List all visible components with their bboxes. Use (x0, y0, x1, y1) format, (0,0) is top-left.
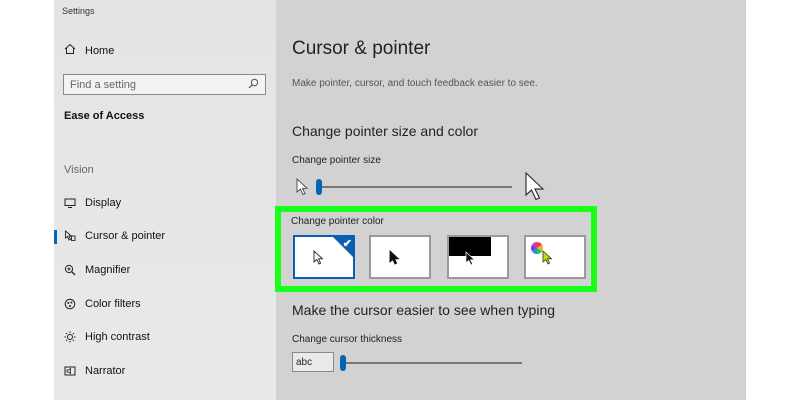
sidebar-item-narrator[interactable]: Narrator (54, 354, 276, 388)
pointer-color-label: Change pointer color (291, 216, 384, 227)
sidebar-item-magnifier[interactable]: Magnifier (54, 253, 276, 287)
page-description: Make pointer, cursor, and touch feedback… (292, 78, 538, 89)
sidebar-item-label: Display (85, 196, 122, 209)
pointer-color-black-option[interactable] (369, 235, 431, 279)
sidebar-item-label: Color filters (85, 297, 141, 310)
pointer-color-highlight: Change pointer color ✔ (275, 206, 597, 292)
black-pointer-icon (389, 249, 401, 271)
white-pointer-icon (313, 249, 325, 271)
sidebar-nav-list: Display Cursor & pointer Magnifier Color… (54, 186, 276, 388)
narrator-icon (64, 365, 76, 377)
checkmark-icon: ✔ (342, 238, 352, 250)
high-contrast-icon (64, 331, 76, 343)
sidebar-item-label: High contrast (85, 331, 150, 344)
cursor-thickness-slider-track[interactable] (342, 362, 522, 364)
main-content: Cursor & pointer Make pointer, cursor, a… (275, 0, 746, 400)
pointer-color-custom-option[interactable] (524, 235, 586, 279)
app-title: Settings (62, 6, 95, 16)
cursor-pointer-icon (64, 230, 76, 242)
page-title: Cursor & pointer (292, 38, 431, 59)
search-placeholder: Find a setting (70, 78, 137, 91)
cursor-section-heading: Make the cursor easier to see when typin… (292, 302, 556, 318)
pointer-section-heading: Change pointer size and color (292, 123, 479, 139)
sidebar-item-display[interactable]: Display (54, 186, 276, 220)
custom-color-pointer-icon (542, 250, 554, 271)
current-category-title: Ease of Access (64, 110, 145, 122)
display-icon (64, 197, 76, 209)
inverted-pointer-icon (465, 251, 477, 272)
cursor-thickness-slider-thumb[interactable] (340, 355, 346, 371)
cursor-thickness-label: Change cursor thickness (292, 334, 403, 345)
color-filters-icon (64, 298, 76, 310)
small-pointer-icon (296, 177, 310, 201)
sidebar-item-color-filters[interactable]: Color filters (54, 287, 276, 321)
settings-window: Settings Home Find a setting Ease of Acc… (54, 0, 746, 400)
magnifier-icon (64, 264, 76, 276)
cursor-thickness-preview: abc (292, 352, 334, 372)
home-nav-item[interactable]: Home (64, 43, 114, 58)
sidebar-item-label: Magnifier (85, 263, 131, 276)
home-label: Home (85, 44, 115, 57)
pointer-size-slider-track[interactable] (318, 186, 512, 188)
pointer-color-inverted-option[interactable] (447, 235, 509, 279)
sidebar-item-high-contrast[interactable]: High contrast (54, 320, 276, 354)
pointer-size-row (292, 171, 562, 207)
search-icon[interactable] (248, 78, 259, 92)
large-pointer-icon (524, 171, 548, 207)
pointer-size-slider-thumb[interactable] (316, 179, 322, 195)
home-icon (64, 43, 76, 58)
pointer-size-label: Change pointer size (292, 155, 381, 166)
cursor-preview-text: abc (296, 356, 313, 368)
sidebar: Settings Home Find a setting Ease of Acc… (54, 0, 276, 400)
search-input[interactable]: Find a setting (63, 74, 266, 95)
pointer-color-white-option[interactable]: ✔ (293, 235, 355, 279)
sidebar-item-label: Narrator (85, 364, 126, 377)
sidebar-item-cursor-pointer[interactable]: Cursor & pointer (54, 220, 276, 254)
group-label-vision: Vision (64, 164, 94, 176)
sidebar-item-label: Cursor & pointer (85, 230, 166, 243)
